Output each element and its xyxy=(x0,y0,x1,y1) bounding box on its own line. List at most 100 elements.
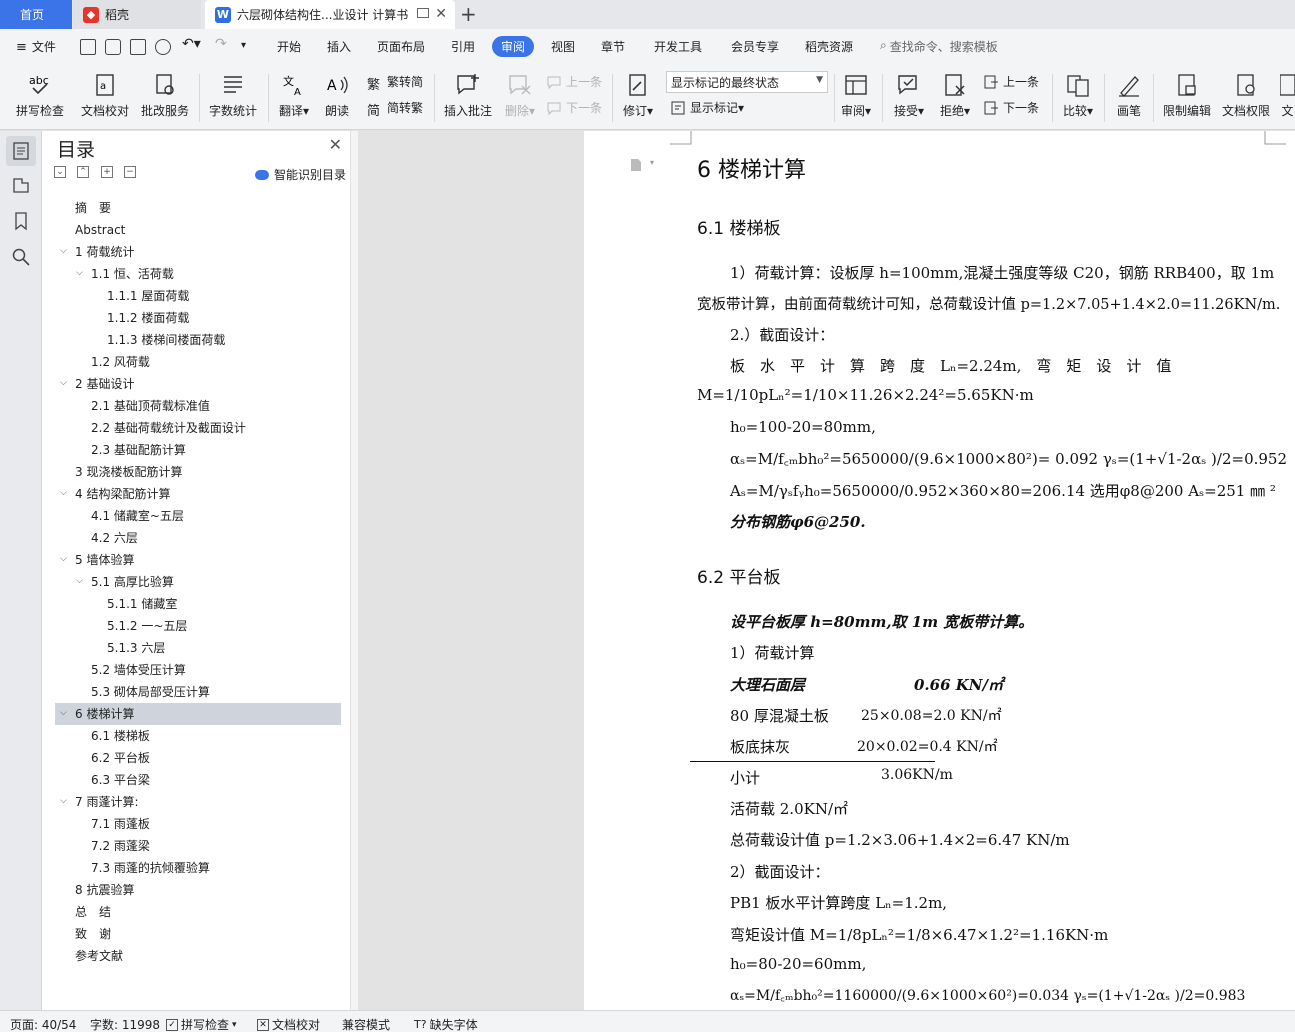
prev-comment-button[interactable]: 上一条 xyxy=(546,73,602,90)
toc-item[interactable]: 2.3 基础配筋计算 xyxy=(91,439,186,461)
doc-permission-button[interactable]: 文档权限 xyxy=(1220,66,1272,119)
menu-chapter[interactable]: 章节 xyxy=(601,38,625,55)
pen-button[interactable]: 画笔 xyxy=(1114,66,1144,119)
tab-home[interactable]: 首页 xyxy=(0,0,72,29)
redo-icon[interactable]: ↷ xyxy=(215,36,227,52)
export-pdf-icon[interactable] xyxy=(105,39,121,55)
toc-item[interactable]: 致 谢 xyxy=(75,923,111,945)
toc-item[interactable]: 7.3 雨蓬的抗倾覆验算 xyxy=(91,857,210,879)
undo-icon[interactable]: ↶▾ xyxy=(182,36,201,52)
chevron-down-icon[interactable]: ⌵ xyxy=(60,488,70,498)
toc-item[interactable]: 7.2 雨蓬梁 xyxy=(91,835,150,857)
new-tab-button[interactable]: + xyxy=(460,2,477,26)
review-pane-button[interactable]: 审阅▾ xyxy=(838,66,874,119)
save-icon[interactable] xyxy=(80,39,96,55)
toc-item[interactable]: 6 楼梯计算 xyxy=(75,703,134,725)
toc-item[interactable]: 总 结 xyxy=(75,901,111,923)
file-menu[interactable]: ≡ 文件 xyxy=(16,38,56,55)
toc-item[interactable]: 8 抗震验算 xyxy=(75,879,134,901)
insert-comment-button[interactable]: 插入批注 xyxy=(442,66,494,119)
delete-comment-button[interactable]: 删除▾ xyxy=(502,66,538,119)
translate-button[interactable]: 文A 翻译▾ xyxy=(276,66,312,119)
compare-button[interactable]: 比较▾ xyxy=(1060,66,1096,119)
toc-item[interactable]: 5.1.1 储藏室 xyxy=(107,593,177,615)
read-aloud-button[interactable]: A 朗读 xyxy=(322,66,352,119)
word-count-indicator[interactable]: 字数: 11998 xyxy=(90,1016,160,1032)
toc-item[interactable]: 5.1.2 一~五层 xyxy=(107,615,187,637)
toc-icon[interactable] xyxy=(11,141,31,161)
restrict-editing-button[interactable]: 限制编辑 xyxy=(1161,66,1213,119)
menu-page-layout[interactable]: 页面布局 xyxy=(377,38,425,55)
paragraph-menu-icon[interactable] xyxy=(630,158,642,172)
correction-service-button[interactable]: 批改服务 xyxy=(140,66,190,119)
next-comment-button[interactable]: 下一条 xyxy=(546,99,602,116)
menu-daoke-resources[interactable]: 稻壳资源 xyxy=(805,38,853,55)
menu-view[interactable]: 视图 xyxy=(551,38,575,55)
toc-scrollbar[interactable] xyxy=(350,131,358,1010)
quick-access-dropdown-icon[interactable]: ▾ xyxy=(241,40,246,51)
reject-button[interactable]: 拒绝▾ xyxy=(936,66,974,119)
accept-button[interactable]: 接受▾ xyxy=(890,66,928,119)
toc-item[interactable]: 5.1 高厚比验算 xyxy=(91,571,174,593)
toc-item[interactable]: 1.1.1 屋面荷载 xyxy=(107,285,189,307)
status-proofread[interactable]: ✕ 文档校对 xyxy=(257,1016,320,1032)
toc-item[interactable]: 4.1 储藏室~五层 xyxy=(91,505,184,527)
menu-review[interactable]: 审阅 xyxy=(492,36,535,57)
toc-item[interactable]: 1.1.3 楼梯间楼面荷载 xyxy=(107,329,225,351)
menu-member[interactable]: 会员专享 xyxy=(731,38,779,55)
toc-item[interactable]: 6.3 平台梁 xyxy=(91,769,150,791)
expand-up-icon[interactable]: ⌃ xyxy=(77,166,89,178)
add-level-icon[interactable]: + xyxy=(101,166,113,178)
toc-item[interactable]: 5.1.3 六层 xyxy=(107,637,165,659)
toc-item[interactable]: 2 基础设计 xyxy=(75,373,134,395)
toc-item[interactable]: 5.3 砌体局部受压计算 xyxy=(91,681,210,703)
s2t-button[interactable]: 简简转繁 xyxy=(367,99,423,119)
t2s-button[interactable]: 繁繁转简 xyxy=(367,73,423,93)
toc-item[interactable]: 3 现浇楼板配筋计算 xyxy=(75,461,182,483)
chevron-down-icon[interactable]: ⌵ xyxy=(60,796,70,806)
track-changes-button[interactable]: 修订▾ xyxy=(620,66,656,119)
command-search[interactable]: ⌕ 查找命令、搜索模板 xyxy=(880,38,998,55)
toc-item[interactable]: 4.2 六层 xyxy=(91,527,138,549)
toc-item[interactable]: 1.2 风荷载 xyxy=(91,351,150,373)
tab-document[interactable]: W 六层砌体结构住...业设计 计算书 ✕ xyxy=(205,0,455,29)
toc-item[interactable]: 6.1 楼梯板 xyxy=(91,725,150,747)
show-markup-button[interactable]: 显示标记▾ xyxy=(670,99,744,116)
close-icon[interactable]: ✕ xyxy=(329,135,342,154)
print-icon[interactable] xyxy=(130,39,146,55)
chevron-down-icon[interactable]: ⌵ xyxy=(76,576,86,586)
display-state-select[interactable]: 显示标记的最终状态 ▼ xyxy=(666,71,828,93)
prev-change-button[interactable]: 上一条 xyxy=(983,73,1039,90)
chevron-down-icon[interactable]: ⌵ xyxy=(60,554,70,564)
menu-start[interactable]: 开始 xyxy=(277,38,301,55)
navigation-icon[interactable] xyxy=(11,175,31,195)
close-tab-icon[interactable]: ✕ xyxy=(435,6,447,22)
toc-item[interactable]: 5 墙体验算 xyxy=(75,549,134,571)
spell-check-button[interactable]: abc 拼写检查 xyxy=(12,66,68,119)
toc-item[interactable]: Abstract xyxy=(75,219,125,241)
chevron-down-icon[interactable]: ⌵ xyxy=(60,246,70,256)
toc-item[interactable]: 6.2 平台板 xyxy=(91,747,150,769)
status-spell-check[interactable]: ✓ 拼写检查 ▾ xyxy=(166,1016,237,1032)
toc-item[interactable]: 2.2 基础荷载统计及截面设计 xyxy=(91,417,246,439)
print-preview-icon[interactable] xyxy=(155,39,171,55)
menu-developer[interactable]: 开发工具 xyxy=(654,38,702,55)
toc-item[interactable]: 2.1 基础顶荷载标准值 xyxy=(91,395,210,417)
chevron-down-icon[interactable]: ⌵ xyxy=(60,708,70,718)
collapse-all-icon[interactable]: ⌄ xyxy=(54,166,66,178)
toc-item[interactable]: 1.1.2 楼面荷载 xyxy=(107,307,189,329)
toc-item[interactable]: 1.1 恒、活荷载 xyxy=(91,263,174,285)
toc-item[interactable]: 4 结构梁配筋计算 xyxy=(75,483,170,505)
toc-item[interactable]: 摘 要 xyxy=(75,197,111,219)
smart-toc-button[interactable]: 智能识别目录 xyxy=(255,166,346,183)
page-indicator[interactable]: 页面: 40/54 xyxy=(10,1016,76,1032)
chevron-down-icon[interactable]: ⌵ xyxy=(60,378,70,388)
toc-item[interactable]: 5.2 墙体受压计算 xyxy=(91,659,186,681)
next-change-button[interactable]: 下一条 xyxy=(983,99,1039,116)
toc-item[interactable]: 参考文献 xyxy=(75,945,123,967)
remove-level-icon[interactable]: − xyxy=(124,166,136,178)
word-count-button[interactable]: 字数统计 xyxy=(208,66,258,119)
paragraph-menu-chevron-icon[interactable]: ▾ xyxy=(650,158,654,167)
toc-item[interactable]: 7.1 雨蓬板 xyxy=(91,813,150,835)
float-window-icon[interactable] xyxy=(417,8,429,18)
